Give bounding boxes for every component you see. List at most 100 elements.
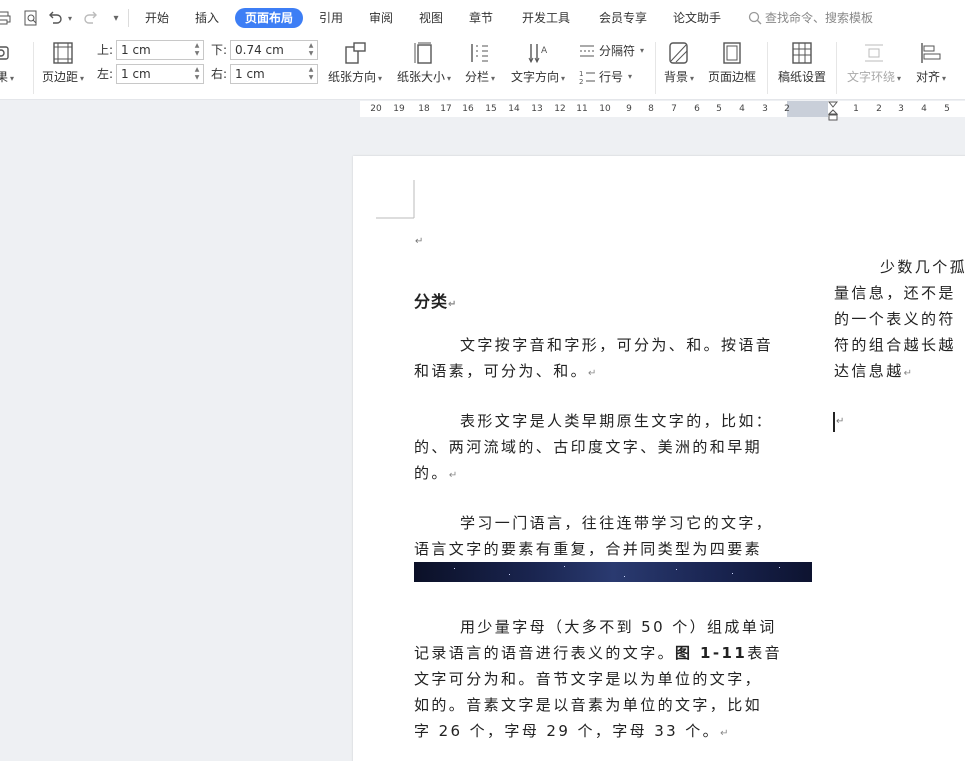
body-paragraph[interactable]: 文字按字音和字形，可分为、和。按语音 和语素，可分为、和。↵ (414, 332, 773, 387)
background-icon (666, 40, 692, 66)
toolbar-separator (655, 42, 656, 94)
menu-review[interactable]: 审阅 (369, 9, 393, 27)
bottom-margin-label: 下: (211, 43, 228, 57)
right-column-paragraph[interactable]: 少数几个孤 量信息，还不是 的一个表义的符 符的组合越长越 达信息越↵ (834, 254, 965, 387)
body-paragraph[interactable]: 用少量字母（大多不到 50 个）组成单词 记录语言的语音进行表义的文字。图 1-… (414, 614, 782, 747)
ruler-tick: 4 (921, 104, 927, 114)
ruler-tick: 10 (599, 104, 611, 114)
left-margin-input[interactable]: 1 cm ▲ ▼ (116, 64, 204, 84)
svg-text:1: 1 (579, 70, 583, 78)
text-line: 记录语言的语音进行表义的文字。 (414, 644, 676, 662)
text-line: 符的组合越长越 (834, 336, 956, 354)
section-heading[interactable]: 分类↵ (414, 288, 456, 312)
orientation-button[interactable]: 纸张方向 ▾ (328, 40, 382, 86)
undo-icon[interactable] (46, 9, 64, 27)
columns-button[interactable]: 分栏 ▾ (465, 40, 495, 86)
top-margin-spinner[interactable]: ▲ ▼ (193, 42, 201, 58)
text-line: 表形文字是人类早期原生文字的，比如： (460, 412, 774, 430)
customize-toolbar-icon[interactable]: ▾ (106, 9, 124, 27)
ruler-tick: 7 (671, 104, 677, 114)
print-preview-icon[interactable] (22, 9, 40, 27)
left-margin-spinner[interactable]: ▲ ▼ (193, 66, 201, 82)
toolbar-separator (33, 42, 34, 94)
paragraph-mark-icon: ↵ (903, 368, 912, 379)
document-page[interactable]: ↵ 分类↵ 文字按字音和字形，可分为、和。按语音 和语素，可分为、和。↵ 表形文… (353, 156, 965, 761)
menu-page-layout[interactable]: 页面布局 (235, 8, 304, 28)
menu-references[interactable]: 引用 (319, 9, 343, 27)
paper-size-button[interactable]: 纸张大小 ▾ (397, 40, 451, 86)
toolbar-separator (836, 42, 837, 94)
section-heading-text: 分类 (414, 292, 449, 311)
text-wrap-button[interactable]: 文字环绕 ▾ (847, 40, 901, 86)
ruler-tick: 11 (576, 104, 588, 114)
command-search[interactable]: 查找命令、搜索模板 (748, 9, 873, 27)
margins-button[interactable]: 页边距 ▾ (42, 40, 84, 86)
paragraph-mark-icon: ↵ (448, 470, 458, 481)
indent-marker-handle[interactable] (828, 101, 838, 121)
effects-button[interactable]: 果 ▾ (0, 40, 18, 86)
star-dot (779, 567, 780, 568)
margins-icon (50, 40, 76, 66)
starfield-image[interactable] (414, 562, 812, 582)
undo-dropdown-icon[interactable]: ▾ (64, 9, 74, 27)
paragraph-mark-icon: ↵ (448, 299, 457, 310)
bottom-margin-spinner[interactable]: ▲ ▼ (307, 42, 315, 58)
background-label: 背景 (664, 70, 689, 84)
star-dot (564, 566, 565, 567)
svg-text:A: A (541, 46, 548, 56)
top-margin-value: 1 cm (121, 43, 151, 57)
bottom-margin-input[interactable]: 0.74 cm ▲ ▼ (230, 40, 318, 60)
text-line: 表音 (747, 644, 782, 662)
text-line: 用少量字母（大多不到 50 个）组成单词 (460, 618, 777, 636)
paragraph-mark-icon: ↵ (836, 416, 845, 427)
effects-icon (0, 40, 18, 66)
menu-view[interactable]: 视图 (419, 9, 443, 27)
ruler-tick: 5 (716, 104, 722, 114)
columns-icon (467, 40, 493, 66)
manuscript-settings-button[interactable]: 稿纸设置 (778, 40, 826, 84)
text-line: 语言文字的要素有重复，合并同类型为四要素 (414, 540, 763, 558)
body-paragraph[interactable]: 表形文字是人类早期原生文字的，比如： 的、两河流域的、古印度文字、美洲的和早期 … (414, 408, 773, 489)
line-numbers-button[interactable]: 12 行号 ▾ (578, 68, 632, 85)
redo-icon[interactable] (82, 9, 100, 27)
bottom-margin-value: 0.74 cm (235, 43, 284, 57)
text-wrap-label: 文字环绕 (847, 70, 896, 84)
menu-member-exclusive[interactable]: 会员专享 (599, 9, 647, 27)
text-cursor (833, 412, 835, 432)
text-line: 文字可分为和。音节文字是以为单位的文字， (414, 670, 763, 688)
star-dot (676, 569, 677, 570)
figure-reference[interactable]: 图 1-11 (675, 644, 747, 662)
menu-home[interactable]: 开始 (145, 9, 169, 27)
search-icon (748, 11, 762, 25)
manuscript-settings-label: 稿纸设置 (778, 70, 827, 84)
paragraph-mark-icon: ↵ (415, 236, 424, 247)
ruler-tick: 9 (626, 104, 632, 114)
margins-label: 页边距 (42, 70, 79, 84)
text-direction-button[interactable]: A 文字方向 ▾ (511, 40, 565, 86)
text-line: 量信息，还不是 (834, 284, 956, 302)
star-dot (509, 574, 510, 575)
menu-developer-tools[interactable]: 开发工具 (522, 9, 570, 27)
body-paragraph[interactable]: 学习一门语言，往往连带学习它的文字， 语言文字的要素有重复，合并同类型为四要素 (414, 510, 773, 562)
horizontal-ruler[interactable]: 20 19 18 17 16 15 14 13 12 11 10 9 8 7 6… (360, 101, 965, 121)
text-line: 如的。音素文字是以音素为单位的文字，比如 (414, 696, 763, 714)
page-corner-crop-mark (376, 180, 415, 219)
right-margin-label: 右: (211, 67, 228, 81)
page-border-button[interactable]: 页面边框 (708, 40, 756, 84)
breaks-button[interactable]: 分隔符 ▾ (578, 42, 644, 59)
ruler-tick: 12 (554, 104, 566, 114)
menu-bar: ▾ ▾ 开始 插入 页面布局 引用 审阅 视图 章节 开发工具 会员专享 论文助… (0, 0, 965, 36)
top-margin-input[interactable]: 1 cm ▲ ▼ (116, 40, 204, 60)
right-margin-spinner[interactable]: ▲ ▼ (307, 66, 315, 82)
breaks-label: 分隔符 (599, 44, 636, 58)
ruler-tick: 3 (762, 104, 768, 114)
menu-insert[interactable]: 插入 (195, 9, 219, 27)
menu-thesis-assistant[interactable]: 论文助手 (673, 9, 721, 27)
menu-chapter[interactable]: 章节 (469, 9, 493, 27)
background-button[interactable]: 背景 ▾ (664, 40, 694, 86)
right-margin-input[interactable]: 1 cm ▲ ▼ (230, 64, 318, 84)
align-button[interactable]: 对齐 ▾ (916, 40, 946, 86)
ruler-tick: 2 (876, 104, 882, 114)
print-icon[interactable] (0, 9, 12, 27)
top-margin-label: 上: (97, 43, 114, 57)
